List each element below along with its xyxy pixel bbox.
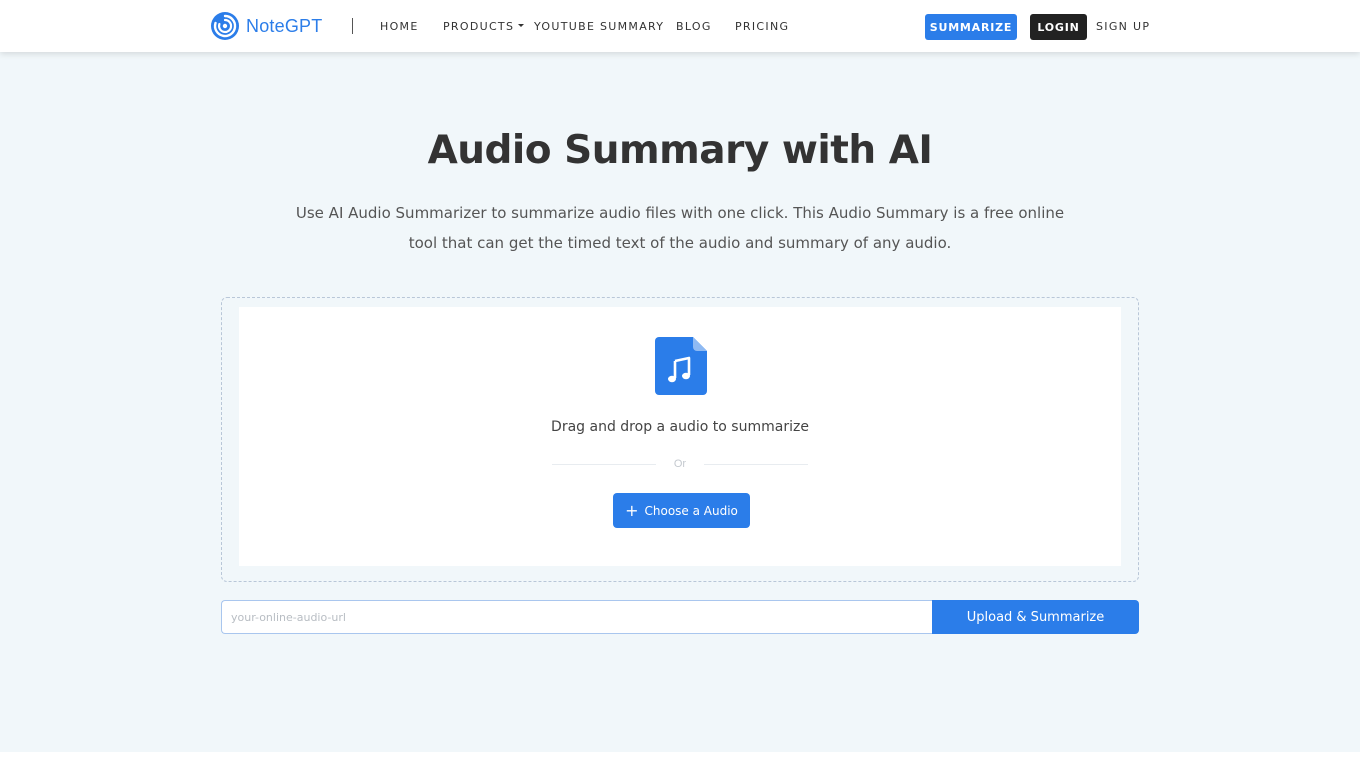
footer-strip <box>0 752 1360 766</box>
plus-icon: + <box>625 500 639 520</box>
dropzone-prompt: Drag and drop a audio to summarize <box>551 419 809 435</box>
page-title: Audio Summary with AI <box>427 128 933 173</box>
top-header: NoteGPT HOME PRODUCTS YOUTUBE SUMMARY BL… <box>0 0 1360 52</box>
main-content: Audio Summary with AI Use AI Audio Summa… <box>0 52 1360 752</box>
logo-link[interactable]: NoteGPT <box>210 11 322 41</box>
or-line-right <box>704 464 808 465</box>
audio-url-input[interactable] <box>221 600 932 634</box>
login-button[interactable]: LOGIN <box>1030 14 1087 40</box>
nav-divider <box>352 18 353 34</box>
page-subtitle: Use AI Audio Summarizer to summarize aud… <box>295 204 1065 252</box>
or-divider: Or <box>552 457 808 471</box>
nav-pricing[interactable]: PRICING <box>735 20 789 33</box>
signup-link[interactable]: SIGN UP <box>1096 20 1150 33</box>
nav-home[interactable]: HOME <box>380 20 419 33</box>
music-file-icon <box>655 337 707 395</box>
audio-dropzone[interactable]: Drag and drop a audio to summarize Or + … <box>221 297 1139 582</box>
nav-youtube-summary[interactable]: YOUTUBE SUMMARY <box>534 20 664 33</box>
summarize-button[interactable]: SUMMARIZE <box>925 14 1017 40</box>
audio-url-form: Upload & Summarize <box>221 600 1139 634</box>
upload-summarize-button[interactable]: Upload & Summarize <box>932 600 1139 634</box>
logo-text: NoteGPT <box>246 15 323 36</box>
notegpt-logo-icon <box>211 12 239 40</box>
nav-products-label: PRODUCTS <box>443 20 515 33</box>
choose-audio-button[interactable]: + Choose a Audio <box>613 493 750 528</box>
choose-audio-label: Choose a Audio <box>644 503 738 518</box>
nav-products[interactable]: PRODUCTS <box>443 20 525 33</box>
caret-down-icon <box>518 23 525 27</box>
dropzone-inner[interactable]: Drag and drop a audio to summarize Or + … <box>239 307 1121 566</box>
nav-blog[interactable]: BLOG <box>676 20 712 33</box>
